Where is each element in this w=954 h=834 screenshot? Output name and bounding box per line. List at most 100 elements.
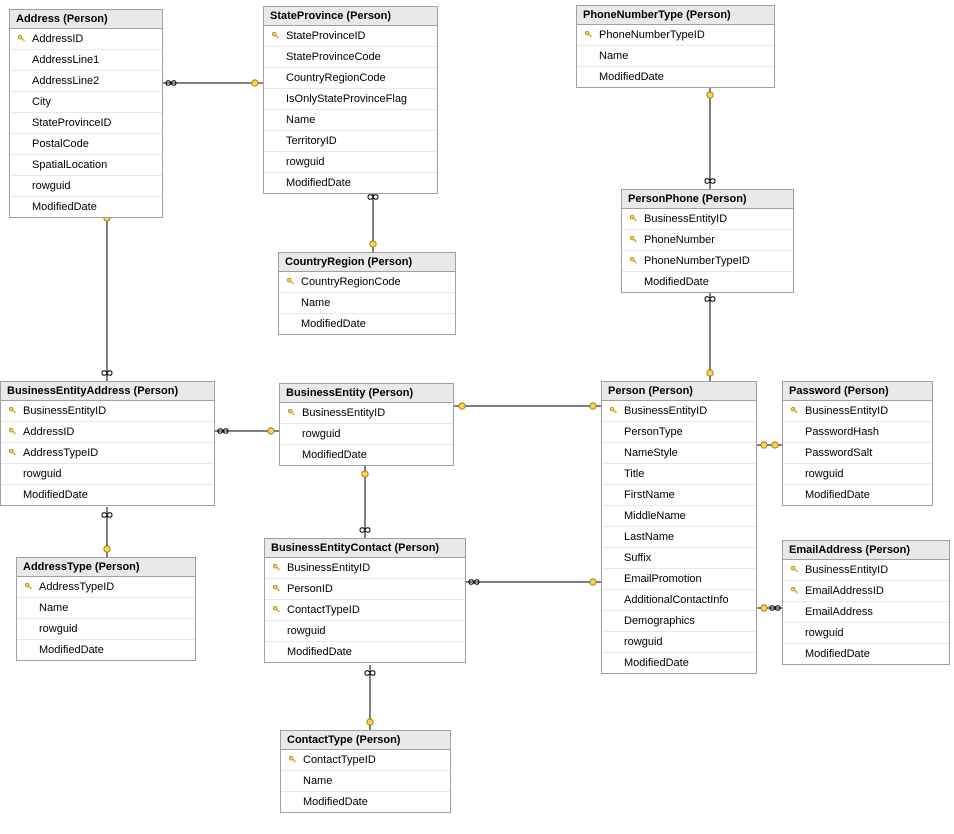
table-contacttype[interactable]: ContactType (Person) ContactTypeIDNameMo… [280, 730, 451, 813]
table-phonenumbertype[interactable]: PhoneNumberType (Person) PhoneNumberType… [576, 5, 775, 88]
table-address[interactable]: Address (Person) AddressIDAddressLine1 Ad… [9, 9, 163, 218]
column-row[interactable]: ModifiedDate [265, 642, 465, 662]
column-row[interactable]: StateProvinceID [264, 26, 437, 47]
table-header[interactable]: Address (Person) [10, 10, 162, 29]
primary-key-icon [268, 31, 284, 41]
table-password[interactable]: Password (Person) BusinessEntityIDPasswo… [782, 381, 933, 506]
table-businessentity[interactable]: BusinessEntity (Person) BusinessEntityID… [279, 383, 454, 466]
column-row[interactable]: BusinessEntityID [280, 403, 453, 424]
column-row[interactable]: Suffix [602, 548, 756, 569]
column-row[interactable]: PhoneNumberTypeID [577, 25, 774, 46]
column-row[interactable]: EmailPromotion [602, 569, 756, 590]
column-row[interactable]: NameStyle [602, 443, 756, 464]
column-row[interactable]: ModifiedDate [17, 640, 195, 660]
column-row[interactable]: BusinessEntityID [602, 401, 756, 422]
column-row[interactable]: StateProvinceCode [264, 47, 437, 68]
table-header[interactable]: CountryRegion (Person) [279, 253, 455, 272]
column-row[interactable]: Title [602, 464, 756, 485]
column-row[interactable]: ModifiedDate [281, 792, 450, 812]
column-row[interactable]: rowguid [265, 621, 465, 642]
column-row[interactable]: Name [17, 598, 195, 619]
table-header[interactable]: Password (Person) [783, 382, 932, 401]
column-row[interactable]: BusinessEntityID [783, 560, 949, 581]
column-row[interactable]: Name [577, 46, 774, 67]
table-header[interactable]: BusinessEntity (Person) [280, 384, 453, 403]
table-header[interactable]: PersonPhone (Person) [622, 190, 793, 209]
column-row[interactable]: ModifiedDate [1, 485, 214, 505]
column-row[interactable]: ModifiedDate [264, 173, 437, 193]
column-row[interactable]: StateProvinceID [10, 113, 162, 134]
table-header[interactable]: BusinessEntityAddress (Person) [1, 382, 214, 401]
column-row[interactable]: ModifiedDate [622, 272, 793, 292]
column-row[interactable]: CountryRegionCode [264, 68, 437, 89]
column-name: Suffix [622, 550, 651, 566]
table-header[interactable]: EmailAddress (Person) [783, 541, 949, 560]
column-row[interactable]: PasswordHash [783, 422, 932, 443]
table-emailaddress[interactable]: EmailAddress (Person) BusinessEntityID E… [782, 540, 950, 665]
column-row[interactable]: AdditionalContactInfo [602, 590, 756, 611]
column-row[interactable]: CountryRegionCode [279, 272, 455, 293]
column-row[interactable]: IsOnlyStateProvinceFlag [264, 89, 437, 110]
column-row[interactable]: ModifiedDate [602, 653, 756, 673]
column-row[interactable]: PersonType [602, 422, 756, 443]
column-row[interactable]: PersonID [265, 579, 465, 600]
table-header[interactable]: StateProvince (Person) [264, 7, 437, 26]
column-row[interactable]: BusinessEntityID [622, 209, 793, 230]
column-row[interactable]: AddressID [10, 29, 162, 50]
column-row[interactable]: ContactTypeID [281, 750, 450, 771]
column-row[interactable]: City [10, 92, 162, 113]
column-row[interactable]: ModifiedDate [783, 644, 949, 664]
column-row[interactable]: ModifiedDate [577, 67, 774, 87]
table-person[interactable]: Person (Person) BusinessEntityIDPersonTy… [601, 381, 757, 674]
column-row[interactable]: rowguid [1, 464, 214, 485]
column-row[interactable]: rowguid [17, 619, 195, 640]
column-row[interactable]: TerritoryID [264, 131, 437, 152]
column-row[interactable]: rowguid [783, 464, 932, 485]
column-row[interactable]: MiddleName [602, 506, 756, 527]
column-row[interactable]: rowguid [602, 632, 756, 653]
column-row[interactable]: ModifiedDate [279, 314, 455, 334]
primary-key-icon [626, 235, 642, 245]
column-row[interactable]: Demographics [602, 611, 756, 632]
column-row[interactable]: BusinessEntityID [783, 401, 932, 422]
column-row[interactable]: EmailAddressID [783, 581, 949, 602]
table-personphone[interactable]: PersonPhone (Person) BusinessEntityID Ph… [621, 189, 794, 293]
column-row[interactable]: AddressLine1 [10, 50, 162, 71]
column-row[interactable]: SpatialLocation [10, 155, 162, 176]
column-row[interactable]: BusinessEntityID [1, 401, 214, 422]
column-row[interactable]: BusinessEntityID [265, 558, 465, 579]
table-countryregion[interactable]: CountryRegion (Person) CountryRegionCode… [278, 252, 456, 335]
column-row[interactable]: PostalCode [10, 134, 162, 155]
column-row[interactable]: ContactTypeID [265, 600, 465, 621]
column-row[interactable]: ModifiedDate [280, 445, 453, 465]
table-addresstype[interactable]: AddressType (Person) AddressTypeIDNamero… [16, 557, 196, 661]
column-row[interactable]: rowguid [280, 424, 453, 445]
table-header[interactable]: BusinessEntityContact (Person) [265, 539, 465, 558]
table-header[interactable]: Person (Person) [602, 382, 756, 401]
column-name: AddressLine2 [30, 73, 99, 89]
column-row[interactable]: rowguid [783, 623, 949, 644]
column-row[interactable]: ModifiedDate [783, 485, 932, 505]
column-row[interactable]: PhoneNumber [622, 230, 793, 251]
table-header[interactable]: PhoneNumberType (Person) [577, 6, 774, 25]
column-row[interactable]: AddressTypeID [17, 577, 195, 598]
column-row[interactable]: AddressID [1, 422, 214, 443]
column-row[interactable]: Name [279, 293, 455, 314]
column-row[interactable]: AddressTypeID [1, 443, 214, 464]
column-row[interactable]: LastName [602, 527, 756, 548]
table-businessentitycontact[interactable]: BusinessEntityContact (Person) BusinessE… [264, 538, 466, 663]
column-row[interactable]: rowguid [264, 152, 437, 173]
table-header[interactable]: AddressType (Person) [17, 558, 195, 577]
column-row[interactable]: ModifiedDate [10, 197, 162, 217]
column-row[interactable]: Name [264, 110, 437, 131]
column-row[interactable]: rowguid [10, 176, 162, 197]
column-row[interactable]: PasswordSalt [783, 443, 932, 464]
column-row[interactable]: Name [281, 771, 450, 792]
column-row[interactable]: FirstName [602, 485, 756, 506]
column-row[interactable]: EmailAddress [783, 602, 949, 623]
column-row[interactable]: AddressLine2 [10, 71, 162, 92]
table-stateprovince[interactable]: StateProvince (Person) StateProvinceIDSt… [263, 6, 438, 194]
table-header[interactable]: ContactType (Person) [281, 731, 450, 750]
table-businessentityaddress[interactable]: BusinessEntityAddress (Person) BusinessE… [0, 381, 215, 506]
column-row[interactable]: PhoneNumberTypeID [622, 251, 793, 272]
